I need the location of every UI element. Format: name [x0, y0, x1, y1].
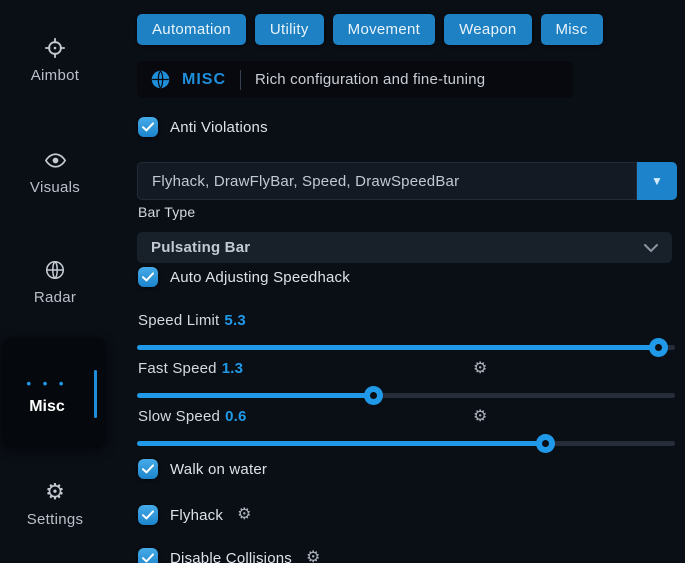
globe-icon — [43, 258, 67, 282]
checkbox-row-flyhack[interactable]: Flyhack ⚙ — [138, 505, 251, 525]
tab-weapon[interactable]: Weapon — [444, 14, 531, 45]
slider-label-slow-speed: Slow Speed0.6 — [138, 408, 247, 425]
sidebar-item-aimbot[interactable]: Aimbot — [0, 36, 110, 84]
checkbox-label: Disable Collisions — [170, 550, 292, 563]
checkbox-checked-icon[interactable] — [138, 548, 158, 563]
globe-icon — [151, 70, 170, 89]
slider-fill — [137, 441, 546, 446]
three-dots-icon: • • • — [2, 376, 92, 391]
gear-icon[interactable]: ⚙ — [473, 409, 487, 425]
tab-movement[interactable]: Movement — [333, 14, 435, 45]
sidebar-item-label: Settings — [27, 511, 84, 528]
cheat-menu-window: Aimbot Visuals Radar • • • Misc — [0, 0, 685, 563]
section-header: MISC Rich configuration and fine-tuning — [137, 61, 573, 98]
main-content: Automation Utility Movement Weapon Misc … — [137, 0, 685, 563]
speed-limit-slider[interactable] — [137, 338, 675, 357]
checkbox-checked-icon[interactable] — [138, 459, 158, 479]
bar-type-value: Pulsating Bar — [151, 239, 644, 256]
category-tabs: Automation Utility Movement Weapon Misc — [137, 14, 603, 45]
slider-handle[interactable] — [364, 386, 383, 405]
tab-automation[interactable]: Automation — [137, 14, 246, 45]
gear-icon[interactable]: ⚙ — [473, 361, 487, 377]
checkbox-label: Anti Violations — [170, 119, 268, 136]
sidebar-item-label: Radar — [34, 289, 76, 306]
section-title: MISC — [182, 71, 226, 89]
slider-label-fast-speed: Fast Speed1.3 — [138, 360, 243, 377]
slider-handle[interactable] — [649, 338, 668, 357]
slider-label-speed-limit: Speed Limit5.3 — [138, 312, 246, 329]
checkbox-row-anti-violations[interactable]: Anti Violations — [138, 117, 268, 137]
bar-multiselect-value[interactable]: Flyhack, DrawFlyBar, Speed, DrawSpeedBar — [137, 162, 637, 200]
slider-value: 0.6 — [225, 408, 246, 425]
header-divider — [240, 70, 241, 90]
eye-icon — [43, 148, 67, 172]
crosshair-icon — [43, 36, 67, 60]
slider-value: 5.3 — [224, 312, 245, 329]
checkbox-label: Walk on water — [170, 461, 267, 478]
section-subtitle: Rich configuration and fine-tuning — [255, 71, 485, 88]
checkbox-checked-icon[interactable] — [138, 505, 158, 525]
gear-icon[interactable]: ⚙ — [306, 550, 320, 563]
sidebar-item-radar[interactable]: Radar — [0, 258, 110, 306]
chevron-down-icon — [644, 239, 658, 257]
sidebar-item-settings[interactable]: ⚙ Settings — [0, 480, 110, 528]
checkbox-checked-icon[interactable] — [138, 117, 158, 137]
dropdown-triangle-icon: ▼ — [651, 174, 663, 188]
checkbox-row-disable-collisions[interactable]: Disable Collisions ⚙ — [138, 548, 320, 563]
checkbox-row-walk-on-water[interactable]: Walk on water — [138, 459, 267, 479]
sidebar-item-misc-selected[interactable]: • • • Misc — [2, 338, 106, 448]
tab-utility[interactable]: Utility — [255, 14, 324, 45]
slow-speed-slider[interactable] — [137, 434, 675, 453]
tab-misc[interactable]: Misc — [541, 14, 603, 45]
bar-multiselect[interactable]: Flyhack, DrawFlyBar, Speed, DrawSpeedBar… — [137, 162, 677, 200]
gear-icon: ⚙ — [43, 480, 67, 504]
sidebar-item-label: Aimbot — [31, 67, 80, 84]
bar-type-label: Bar Type — [138, 204, 195, 220]
sidebar: Aimbot Visuals Radar • • • Misc — [0, 0, 130, 563]
slider-fill — [137, 345, 659, 350]
sidebar-item-label: Visuals — [30, 179, 80, 196]
checkbox-label: Auto Adjusting Speedhack — [170, 269, 350, 286]
slider-value: 1.3 — [222, 360, 243, 377]
checkbox-row-auto-adjusting-speedhack[interactable]: Auto Adjusting Speedhack — [138, 267, 350, 287]
selected-indicator-bar — [94, 370, 97, 418]
sidebar-item-visuals[interactable]: Visuals — [0, 148, 110, 196]
bar-type-select[interactable]: Pulsating Bar — [137, 232, 672, 263]
slider-fill — [137, 393, 374, 398]
fast-speed-slider[interactable] — [137, 386, 675, 405]
checkbox-label: Flyhack — [170, 507, 223, 524]
gear-icon[interactable]: ⚙ — [237, 507, 251, 523]
slider-handle[interactable] — [536, 434, 555, 453]
dropdown-open-button[interactable]: ▼ — [637, 162, 677, 200]
sidebar-item-label: Misc — [2, 398, 92, 416]
checkbox-checked-icon[interactable] — [138, 267, 158, 287]
